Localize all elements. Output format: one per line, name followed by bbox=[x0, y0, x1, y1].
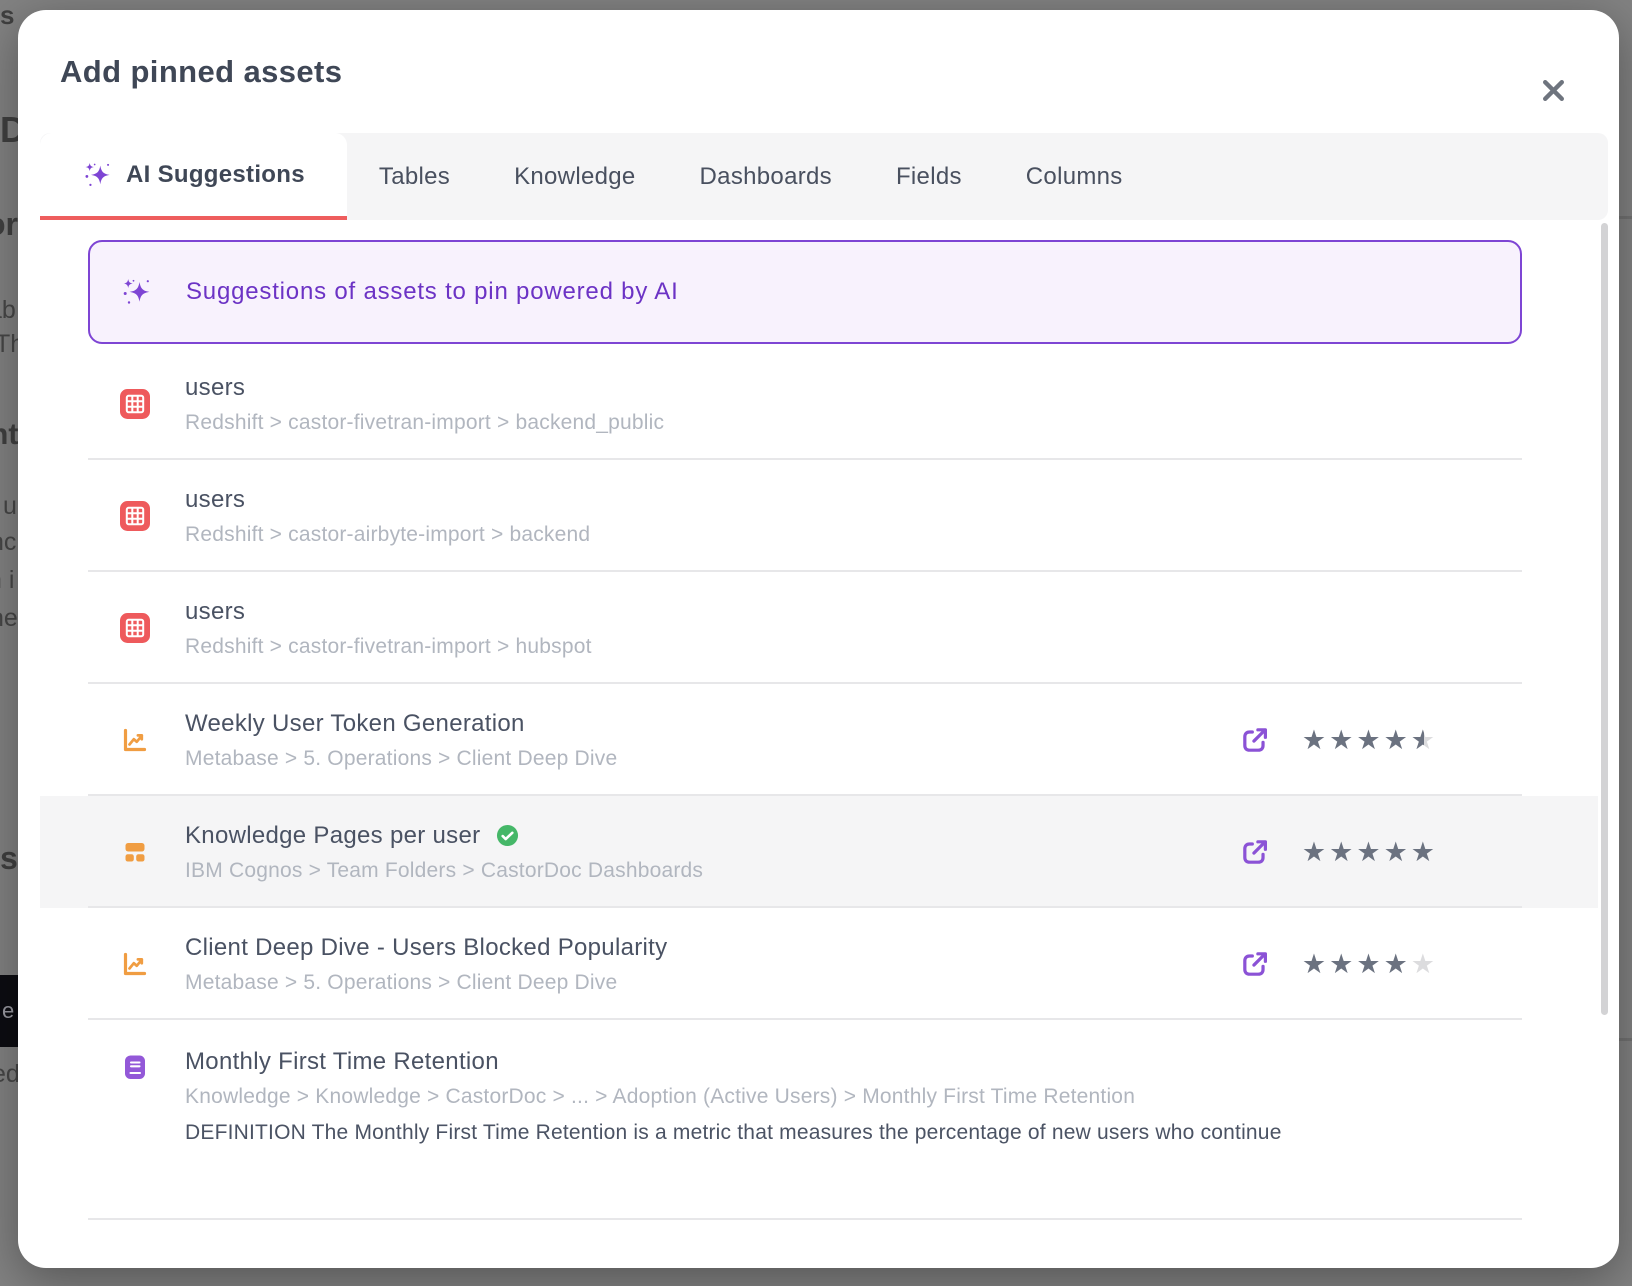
tab-dashboards[interactable]: Dashboards bbox=[668, 133, 864, 220]
backdrop-text-fragment: s bbox=[0, 2, 14, 28]
add-pinned-assets-modal: Add pinned assets AI Suggestions Tables Kn… bbox=[18, 10, 1619, 1268]
tab-label: AI Suggestions bbox=[126, 161, 305, 189]
asset-title: Monthly First Time Retention bbox=[185, 1048, 499, 1076]
star-icon: ★ bbox=[1356, 839, 1380, 866]
table-icon bbox=[120, 389, 150, 419]
star-icon: ★ bbox=[1329, 839, 1353, 866]
asset-breadcrumb: Redshift > castor-fivetran-import > back… bbox=[185, 411, 664, 435]
close-icon bbox=[1540, 77, 1567, 104]
star-rating: ★★★★★ bbox=[1302, 839, 1435, 866]
star-icon: ★ bbox=[1302, 951, 1326, 978]
backdrop-text-fragment: ab bbox=[0, 298, 16, 323]
star-icon: ★ bbox=[1384, 951, 1408, 978]
star-rating: ★★★★★ bbox=[1302, 951, 1435, 978]
tab-label: Tables bbox=[379, 163, 450, 191]
star-icon: ★ bbox=[1356, 727, 1380, 754]
backdrop-text-fragment: u bbox=[3, 494, 17, 519]
modal-title: Add pinned assets bbox=[60, 54, 342, 90]
asset-breadcrumb: Knowledge > Knowledge > CastorDoc > ... … bbox=[185, 1085, 1282, 1109]
tab-columns[interactable]: Columns bbox=[994, 133, 1155, 220]
tab-tables[interactable]: Tables bbox=[347, 133, 482, 220]
ai-suggestions-banner: Suggestions of assets to pin powered by … bbox=[88, 240, 1522, 344]
asset-row[interactable]: Weekly User Token Generation Metabase > 5… bbox=[40, 684, 1598, 796]
asset-title: Knowledge Pages per user bbox=[185, 822, 480, 850]
asset-breadcrumb: Metabase > 5. Operations > Client Deep D… bbox=[185, 971, 667, 995]
star-icon: ★ bbox=[1329, 951, 1353, 978]
tab-fields[interactable]: Fields bbox=[864, 133, 994, 220]
star-icon: ★★ bbox=[1411, 727, 1435, 754]
asset-title: users bbox=[185, 486, 245, 514]
scrollbar-thumb[interactable] bbox=[1601, 223, 1608, 1015]
open-external-button[interactable] bbox=[1240, 725, 1270, 755]
asset-title: Weekly User Token Generation bbox=[185, 710, 525, 738]
asset-title: users bbox=[185, 374, 245, 402]
asset-description: DEFINITION The Monthly First Time Retent… bbox=[185, 1121, 1282, 1145]
close-button[interactable] bbox=[1537, 74, 1569, 106]
star-icon: ★ bbox=[1302, 839, 1326, 866]
asset-row[interactable]: users Redshift > castor-airbyte-import > … bbox=[40, 460, 1598, 572]
table-icon bbox=[120, 613, 150, 643]
asset-title: Client Deep Dive - Users Blocked Popular… bbox=[185, 934, 667, 962]
star-rating: ★★★★★★ bbox=[1302, 727, 1435, 754]
backdrop-text-fragment: n i bbox=[0, 568, 14, 593]
star-icon: ★ bbox=[1329, 727, 1353, 754]
tab-ai-suggestions[interactable]: AI Suggestions bbox=[40, 133, 347, 220]
asset-breadcrumb: Redshift > castor-airbyte-import > backe… bbox=[185, 523, 590, 547]
backdrop-text-fragment: or bbox=[0, 208, 18, 240]
open-external-button[interactable] bbox=[1240, 949, 1270, 979]
asset-list: Suggestions of assets to pin powered by … bbox=[18, 220, 1619, 1268]
tab-label: Knowledge bbox=[514, 163, 635, 191]
backdrop-line bbox=[1619, 216, 1632, 219]
star-icon: ★ bbox=[1384, 839, 1408, 866]
asset-breadcrumb: IBM Cognos > Team Folders > CastorDoc Da… bbox=[185, 859, 703, 883]
asset-row[interactable]: users Redshift > castor-fivetran-import >… bbox=[40, 572, 1598, 684]
ai-sparkle-icon bbox=[82, 160, 112, 190]
backdrop-text-fragment: s bbox=[0, 842, 18, 874]
chart-icon bbox=[120, 949, 150, 979]
banner-text: Suggestions of assets to pin powered by … bbox=[186, 278, 679, 306]
asset-row[interactable]: users Redshift > castor-fivetran-import >… bbox=[40, 348, 1598, 460]
backdrop-dark-bar: e bbox=[0, 975, 19, 1047]
backdrop-text-fragment: nt bbox=[0, 420, 18, 450]
asset-row[interactable]: Knowledge Pages per user IBM Cognos > Te… bbox=[40, 796, 1598, 908]
tab-label: Dashboards bbox=[700, 163, 832, 191]
verified-check-icon bbox=[496, 824, 519, 847]
knowledge-icon bbox=[120, 1052, 150, 1082]
tab-label: Columns bbox=[1026, 163, 1123, 191]
asset-breadcrumb: Metabase > 5. Operations > Client Deep D… bbox=[185, 747, 617, 771]
asset-breadcrumb: Redshift > castor-fivetran-import > hubs… bbox=[185, 635, 592, 659]
backdrop-text-fragment: ed bbox=[0, 1062, 20, 1087]
tab-label: Fields bbox=[896, 163, 962, 191]
tab-bar: AI Suggestions Tables Knowledge Dashboards F… bbox=[40, 133, 1608, 220]
tab-knowledge[interactable]: Knowledge bbox=[482, 133, 667, 220]
star-icon: ★ bbox=[1302, 727, 1326, 754]
star-icon: ★ bbox=[1411, 839, 1435, 866]
asset-row[interactable]: Monthly First Time Retention Knowledge > … bbox=[40, 1020, 1598, 1220]
open-external-button[interactable] bbox=[1240, 837, 1270, 867]
backdrop-text-fragment: ne bbox=[0, 606, 18, 631]
star-icon: ★ bbox=[1411, 951, 1435, 978]
backdrop-line bbox=[1619, 1038, 1632, 1041]
table-icon bbox=[120, 501, 150, 531]
external-link-icon bbox=[1240, 949, 1270, 979]
star-icon: ★ bbox=[1384, 727, 1408, 754]
chart-icon bbox=[120, 725, 150, 755]
external-link-icon bbox=[1240, 837, 1270, 867]
star-icon: ★ bbox=[1356, 951, 1380, 978]
external-link-icon bbox=[1240, 725, 1270, 755]
backdrop-text-fragment: nc bbox=[0, 530, 16, 555]
asset-row[interactable]: Client Deep Dive - Users Blocked Popular… bbox=[40, 908, 1598, 1020]
ai-sparkle-icon bbox=[120, 276, 152, 308]
asset-title: users bbox=[185, 598, 245, 626]
dashboard-icon bbox=[120, 837, 150, 867]
